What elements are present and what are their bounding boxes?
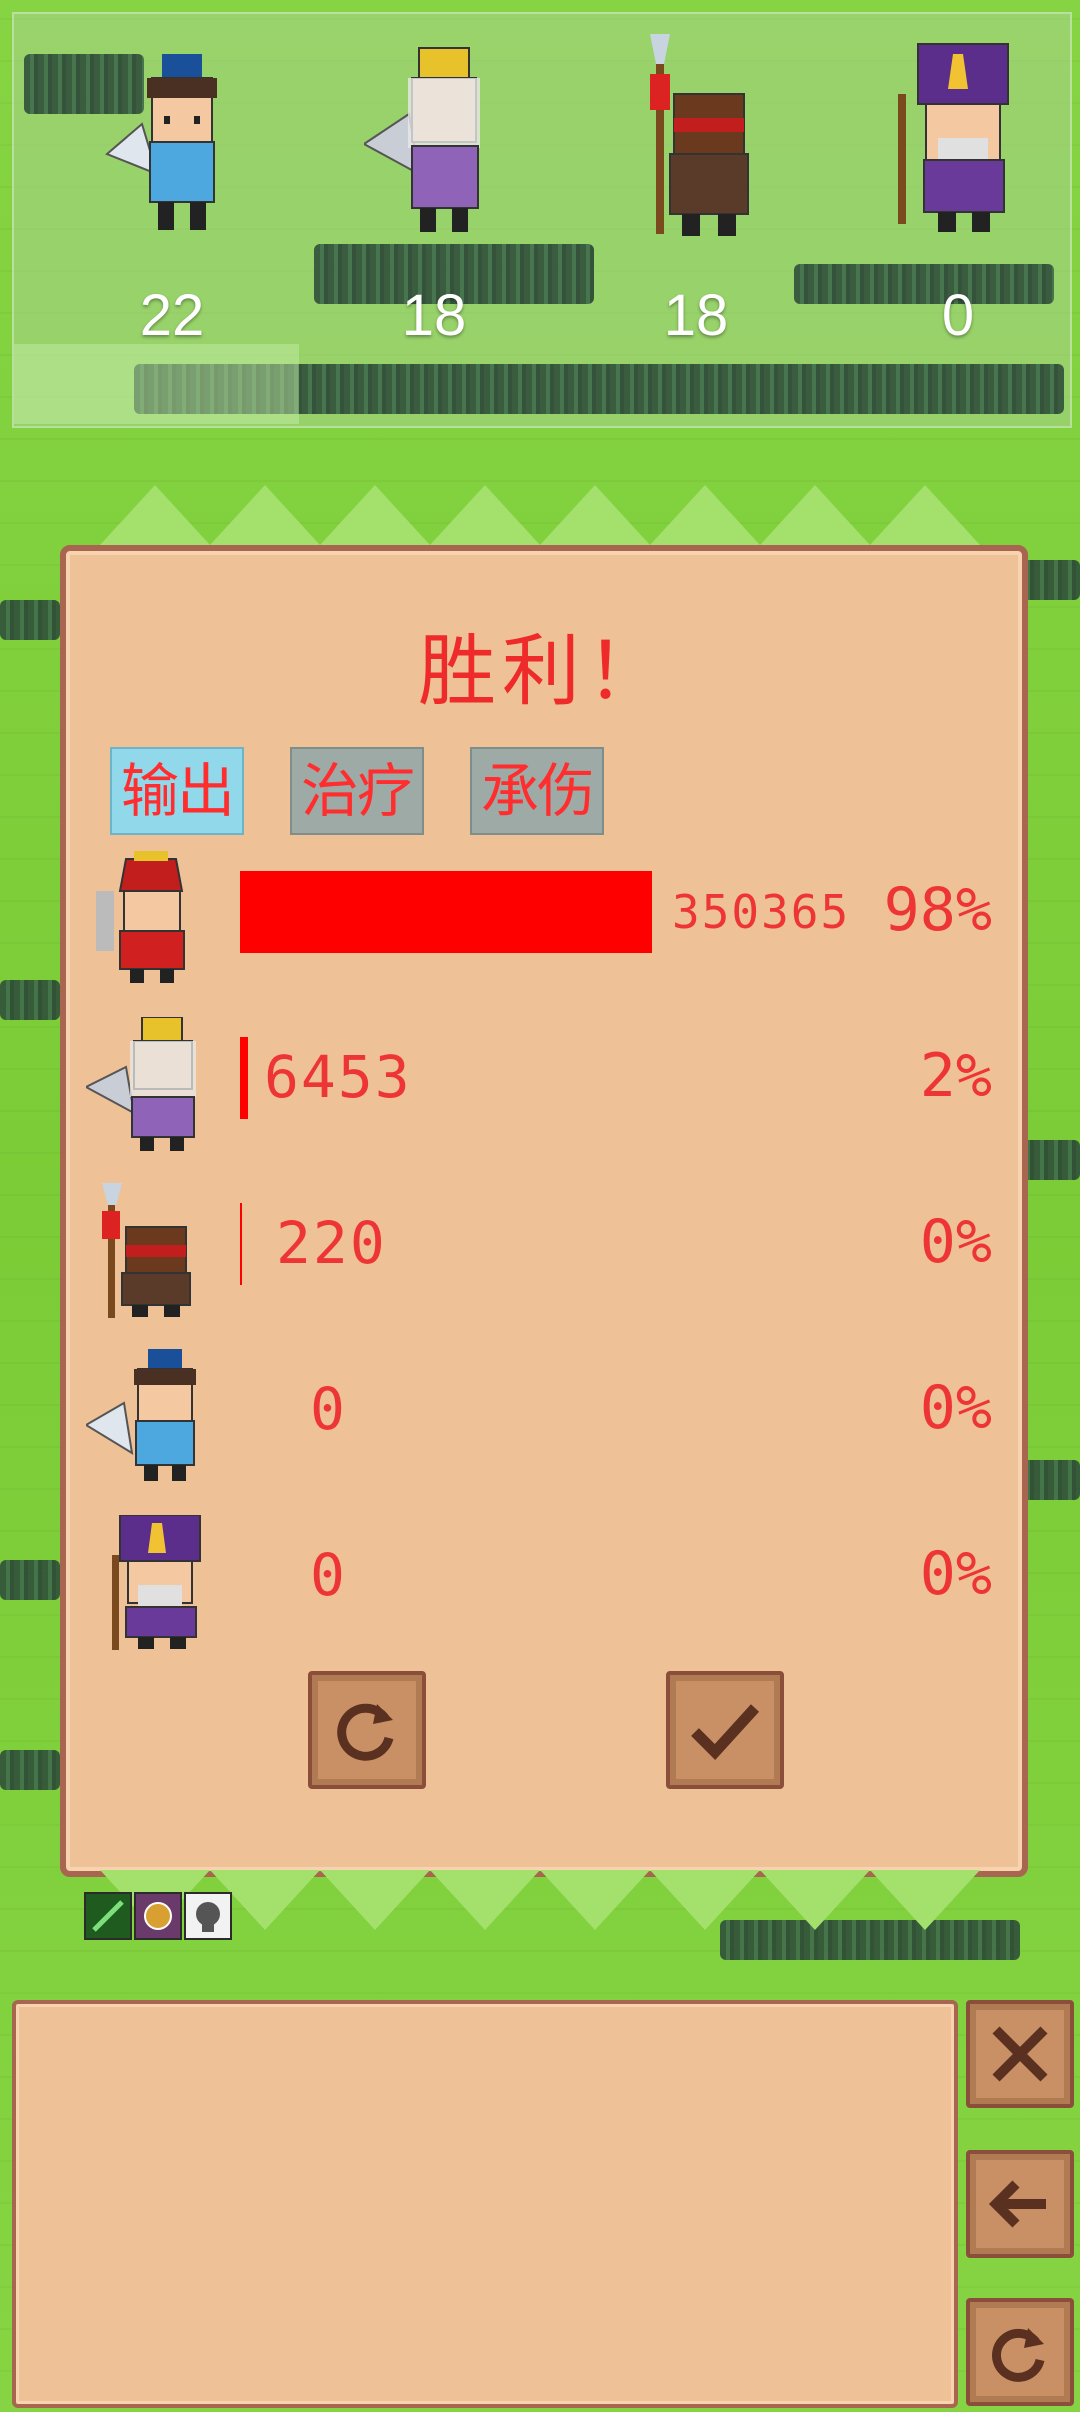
elder-sage-hero [86, 1017, 196, 1151]
bush-decoration [1020, 1140, 1080, 1180]
stat-row: 0 0% [66, 1349, 1022, 1499]
stat-row: 220 0% [66, 1183, 1022, 1333]
red-general-hero [96, 851, 185, 983]
spear-warrior-hero [102, 1183, 191, 1318]
purple-official-hero [898, 43, 1009, 232]
damage-percent: 2% [919, 1041, 992, 1111]
damage-share-bar [240, 1203, 242, 1285]
damage-share-bar [240, 871, 652, 953]
damage-value: 6453 [264, 1043, 412, 1111]
retry-icon [337, 1703, 394, 1761]
advisor-fan-hero [105, 54, 217, 230]
stat-row: 0 0% [66, 1515, 1022, 1665]
elder-sage-hero [364, 47, 480, 232]
team-slot[interactable]: 0 [828, 14, 1080, 426]
close-button[interactable] [966, 2000, 1074, 2108]
result-title: 胜利！ [417, 627, 670, 717]
damage-value: 0 [310, 1541, 347, 1609]
damage-percent: 0% [919, 1373, 992, 1443]
tab-damage-taken[interactable]: 承伤 [470, 747, 604, 835]
hero-level: 22 [139, 283, 205, 348]
hero-level: 0 [941, 283, 975, 348]
bush-decoration [0, 600, 60, 640]
damage-share-bar [240, 1037, 248, 1119]
skull-buff-icon[interactable] [184, 1892, 232, 1940]
check-icon [691, 1704, 760, 1760]
advisor-fan-hero [86, 1349, 196, 1481]
retry-icon [992, 2328, 1045, 2382]
back-arrow-icon [988, 2180, 1046, 2228]
bush-decoration [0, 1560, 60, 1600]
close-icon [992, 2026, 1048, 2082]
purple-official-hero [112, 1515, 201, 1650]
zigzag-decoration [100, 485, 980, 545]
damage-percent: 0% [919, 1539, 992, 1609]
damage-percent: 98% [883, 875, 992, 945]
damage-percent: 0% [919, 1207, 992, 1277]
damage-value: 350365 [672, 885, 851, 939]
team-slot[interactable]: 18 [304, 14, 564, 426]
bush-decoration [0, 980, 60, 1020]
damage-value: 220 [276, 1209, 387, 1277]
battle-log-box[interactable] [12, 2000, 958, 2408]
tab-damage[interactable]: 输出 [110, 747, 244, 835]
tab-healing[interactable]: 治疗 [290, 747, 424, 835]
battle-result-panel: 胜利！ 输出 治疗 承伤 350365 98% 6453 2% 220 0% 0… [60, 545, 1028, 1877]
confirm-button[interactable] [666, 1671, 784, 1789]
refresh-button[interactable] [966, 2298, 1074, 2406]
team-bar: 22 18 18 0 [12, 12, 1072, 428]
stat-row: 350365 98% [66, 851, 1022, 1001]
bush-decoration [1020, 1460, 1080, 1500]
stat-row: 6453 2% [66, 1017, 1022, 1167]
team-slot[interactable]: 22 [42, 14, 302, 426]
spear-warrior-hero [650, 34, 749, 236]
orb-buff-icon[interactable] [134, 1892, 182, 1940]
bush-decoration [1020, 560, 1080, 600]
retry-button[interactable] [308, 1671, 426, 1789]
zigzag-decoration [100, 1870, 980, 1930]
damage-value: 0 [310, 1375, 347, 1443]
sword-buff-icon[interactable] [84, 1892, 132, 1940]
team-slot[interactable]: 18 [566, 14, 826, 426]
back-button[interactable] [966, 2150, 1074, 2258]
bush-decoration [0, 1750, 60, 1790]
hero-level: 18 [401, 283, 467, 348]
hero-level: 18 [663, 283, 729, 348]
